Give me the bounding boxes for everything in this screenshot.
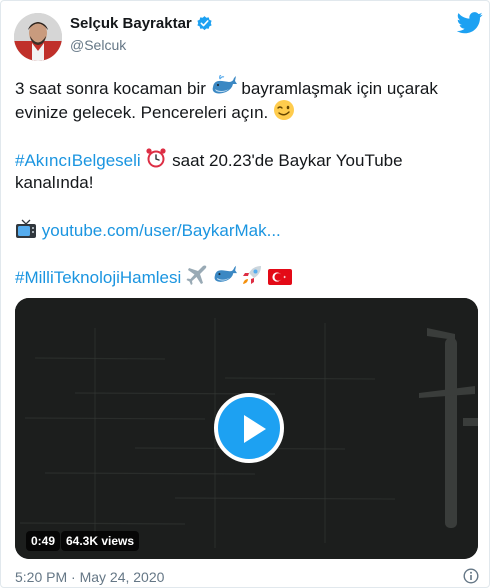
avatar[interactable] (14, 13, 62, 61)
tweet-text: kanalında! (15, 173, 94, 192)
author-handle[interactable]: @Selcuk (70, 37, 126, 53)
winking-face-emoji-icon (273, 100, 294, 120)
tweet-line-5: youtube.com/user/BaykarMak... (15, 217, 281, 243)
alarm-clock-emoji-icon (146, 148, 167, 168)
tweet-line-4: kanalında! (15, 171, 93, 195)
airplane-emoji-icon (186, 265, 207, 285)
tweet-timestamp[interactable]: 5:20 PM · May 24, 2020 (15, 569, 164, 585)
play-icon (244, 415, 266, 443)
hashtag-link[interactable]: #MilliTeknolojiHamlesi (15, 268, 181, 287)
hashtag-link[interactable]: #AkıncıBelgeseli (15, 151, 141, 170)
twitter-bird-icon[interactable] (457, 12, 483, 34)
whale-emoji-icon (212, 75, 237, 94)
info-icon[interactable] (463, 568, 479, 584)
whale-emoji-icon (214, 265, 237, 282)
tweet-text: bayramlaşmak için uçarak (241, 79, 438, 98)
tweet-text: saat 20.23'de Baykar YouTube (172, 151, 403, 170)
author-name[interactable]: Selçuk Bayraktar (70, 15, 192, 32)
tweet-line-2: evinize gelecek. Pencereleri açın. (15, 99, 295, 125)
tweet-line-6: #MilliTeknolojiHamlesi (15, 264, 293, 290)
youtube-link[interactable]: youtube.com/user/BaykarMak... (42, 221, 281, 240)
turkey-flag-emoji-icon (268, 269, 293, 285)
tweet-line-3: #AkıncıBelgeseli saat 20.23'de Baykar Yo… (15, 147, 403, 173)
rocket-emoji-icon (243, 266, 262, 284)
tweet-text: 3 saat sonra kocaman bir (15, 79, 206, 98)
video-views: 64.3K views (61, 531, 140, 551)
television-emoji-icon (16, 219, 36, 238)
tweet-line-1: 3 saat sonra kocaman bir bayramlaşmak iç… (15, 75, 438, 101)
video-duration: 0:49 (26, 531, 61, 551)
author-name-row[interactable]: Selçuk Bayraktar (70, 15, 213, 32)
verified-badge-icon (197, 16, 212, 31)
tweet-text: evinize gelecek. Pencereleri açın. (15, 103, 269, 122)
play-button[interactable] (214, 393, 284, 463)
